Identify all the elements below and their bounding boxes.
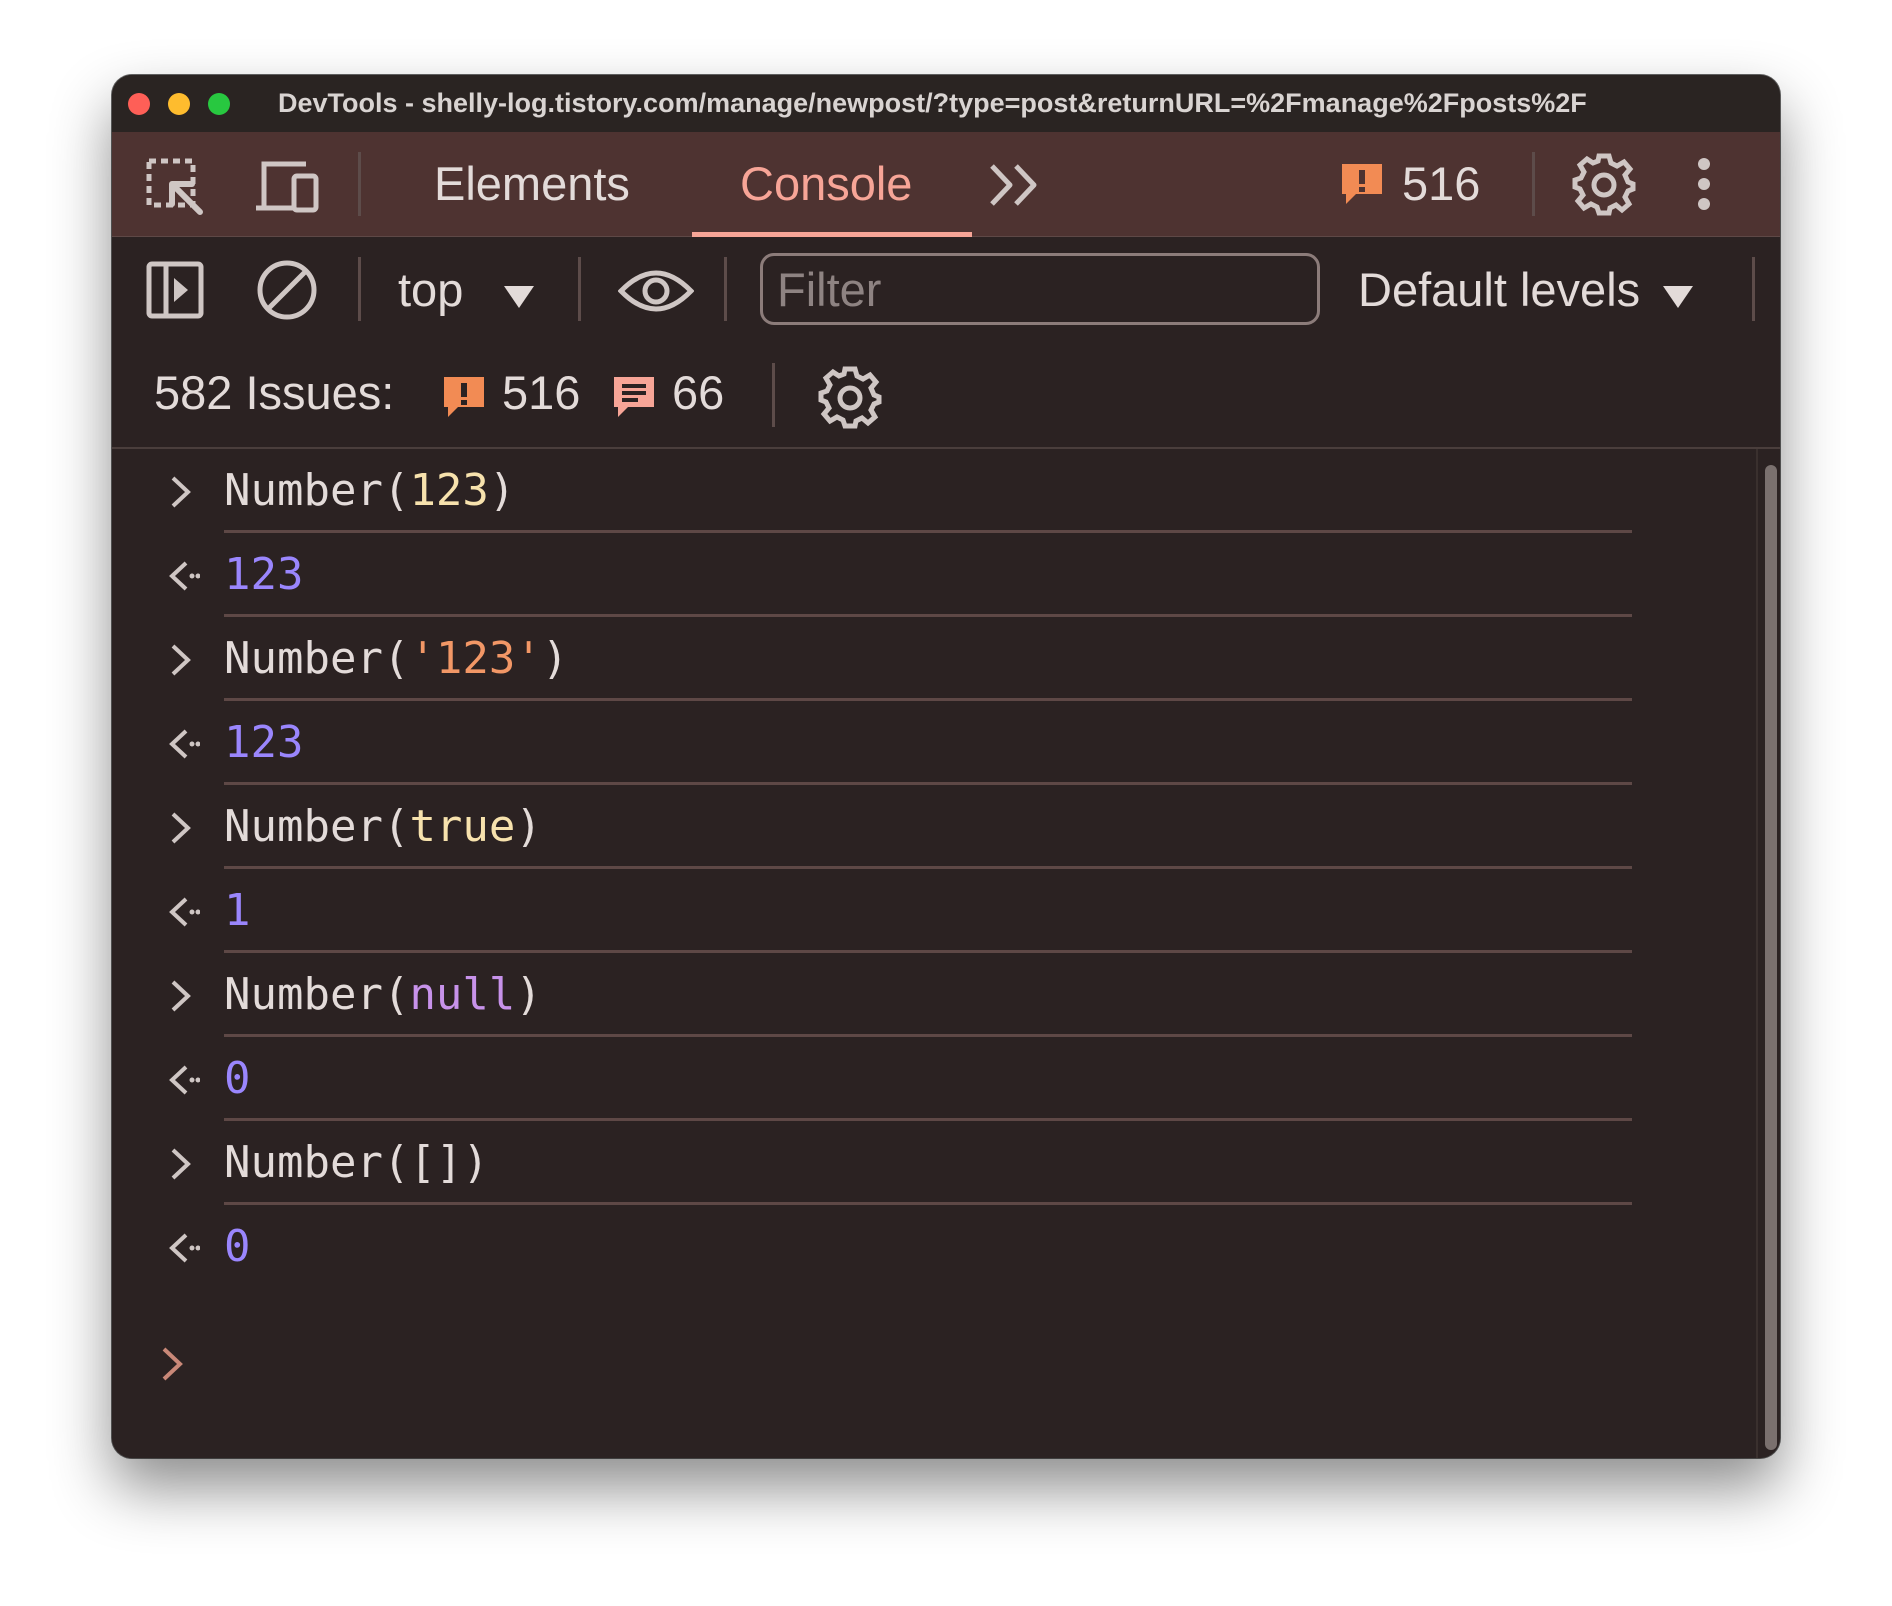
console-result-value: 1: [224, 881, 251, 941]
console-result-row[interactable]: 1: [112, 869, 1632, 953]
code-token: null: [409, 969, 516, 1020]
result-arrow-icon: [168, 725, 201, 767]
result-arrow-icon: [168, 1229, 201, 1271]
result-arrow-icon: [168, 557, 201, 599]
code-token: 123: [224, 549, 304, 600]
tab-console[interactable]: Console: [740, 132, 912, 236]
input-chevron-icon: [168, 809, 194, 851]
code-token: ): [541, 633, 569, 684]
log-levels-label: Default levels: [1358, 263, 1641, 316]
input-chevron-icon: [168, 977, 194, 1019]
live-expression-eye-icon[interactable]: [617, 267, 695, 320]
settings-gear-icon[interactable]: [1572, 152, 1636, 221]
console-result-row[interactable]: 0: [112, 1037, 1632, 1121]
toolbar-separator: [578, 257, 581, 321]
toolbar-separator: [1532, 152, 1535, 216]
sidebar-toggle-icon[interactable]: [146, 261, 204, 324]
issues-label: 582 Issues:: [154, 366, 395, 419]
filter-input[interactable]: [760, 253, 1320, 325]
issues-bar[interactable]: 582 Issues: 516 66: [112, 343, 1780, 450]
console-result-row[interactable]: 0: [112, 1205, 1632, 1289]
console-prompt-icon[interactable]: [160, 1345, 186, 1387]
code-token: 123: [409, 465, 489, 516]
chevron-down-icon: [1663, 265, 1694, 323]
console-command-text: Number('123'): [224, 629, 568, 689]
console-result-row[interactable]: 123: [112, 701, 1632, 785]
toolbar-separator: [358, 152, 361, 216]
console-input-row[interactable]: Number(123): [112, 449, 1632, 533]
more-options-icon[interactable]: [1696, 156, 1712, 217]
info-message-icon: [612, 375, 656, 424]
code-token: 0: [224, 1221, 251, 1272]
code-token: Number(: [224, 465, 410, 516]
title-bar: DevTools - shelly-log.tistory.com/manage…: [112, 75, 1780, 133]
code-token: ): [488, 465, 516, 516]
console-result-value: 123: [224, 713, 303, 773]
console-input-row[interactable]: Number([]): [112, 1121, 1632, 1205]
result-arrow-icon: [168, 893, 201, 935]
inspect-element-icon[interactable]: [146, 158, 204, 221]
double-chevron-icon[interactable]: [988, 162, 1044, 213]
zoom-window-button[interactable]: [208, 93, 230, 115]
info-issue-count: 66: [672, 366, 725, 419]
console-scrollbar[interactable]: [1756, 449, 1780, 1458]
clear-console-icon[interactable]: [256, 259, 318, 326]
toolbar-separator: [724, 257, 727, 321]
console-result-value: 123: [224, 545, 303, 605]
console-result-value: 0: [224, 1217, 251, 1277]
warning-icon: [442, 375, 486, 424]
minimize-window-button[interactable]: [168, 93, 190, 115]
code-token: 123: [224, 717, 304, 768]
code-token: Number(: [224, 969, 410, 1020]
input-chevron-icon: [168, 641, 194, 683]
window-title: DevTools - shelly-log.tistory.com/manage…: [278, 88, 1587, 118]
result-arrow-icon: [168, 1061, 201, 1103]
close-window-button[interactable]: [128, 93, 150, 115]
input-chevron-icon: [168, 1145, 194, 1187]
issues-settings-gear-icon[interactable]: [818, 365, 882, 434]
code-token: 0: [224, 1053, 251, 1104]
warning-issue-count: 516: [502, 366, 581, 419]
code-token: ): [515, 969, 542, 1020]
console-input-row[interactable]: Number(null): [112, 953, 1632, 1037]
context-label: top: [398, 263, 464, 316]
device-toolbar-icon[interactable]: [254, 158, 320, 221]
toolbar-separator: [772, 363, 775, 427]
code-token: Number([]): [224, 1137, 489, 1188]
code-token: true: [409, 801, 516, 852]
toolbar-separator: [1752, 257, 1755, 321]
code-token: 1: [224, 885, 251, 936]
console-result-row[interactable]: 123: [112, 533, 1632, 617]
scrollbar-thumb[interactable]: [1765, 465, 1777, 1450]
code-token: '123': [409, 633, 542, 684]
code-token: Number(: [224, 633, 410, 684]
console-input-row[interactable]: Number(true): [112, 785, 1632, 869]
warning-icon[interactable]: [1340, 162, 1384, 211]
console-command-text: Number(true): [224, 797, 542, 857]
console-command-text: Number([]): [224, 1133, 489, 1193]
toolbar-separator: [358, 257, 361, 321]
devtools-window: DevTools - shelly-log.tistory.com/manage…: [112, 75, 1780, 1458]
context-select[interactable]: top: [398, 261, 535, 319]
console-command-text: Number(null): [224, 965, 542, 1025]
code-token: Number(: [224, 801, 410, 852]
code-token: ): [515, 801, 542, 852]
warning-count[interactable]: 516: [1402, 132, 1480, 236]
console-output[interactable]: Number(123) 123 Number('123') 123 Number(tru…: [112, 449, 1756, 1458]
log-levels-dropdown[interactable]: Default levels: [1358, 261, 1694, 319]
console-result-value: 0: [224, 1049, 251, 1109]
input-chevron-icon: [168, 473, 194, 515]
console-input-row[interactable]: Number('123'): [112, 617, 1632, 701]
console-command-text: Number(123): [224, 461, 515, 521]
tab-elements[interactable]: Elements: [434, 132, 630, 236]
main-toolbar: Elements Console 516: [112, 132, 1780, 238]
console-toolbar: top Default levels: [112, 237, 1780, 343]
chevron-down-icon: [504, 265, 535, 323]
